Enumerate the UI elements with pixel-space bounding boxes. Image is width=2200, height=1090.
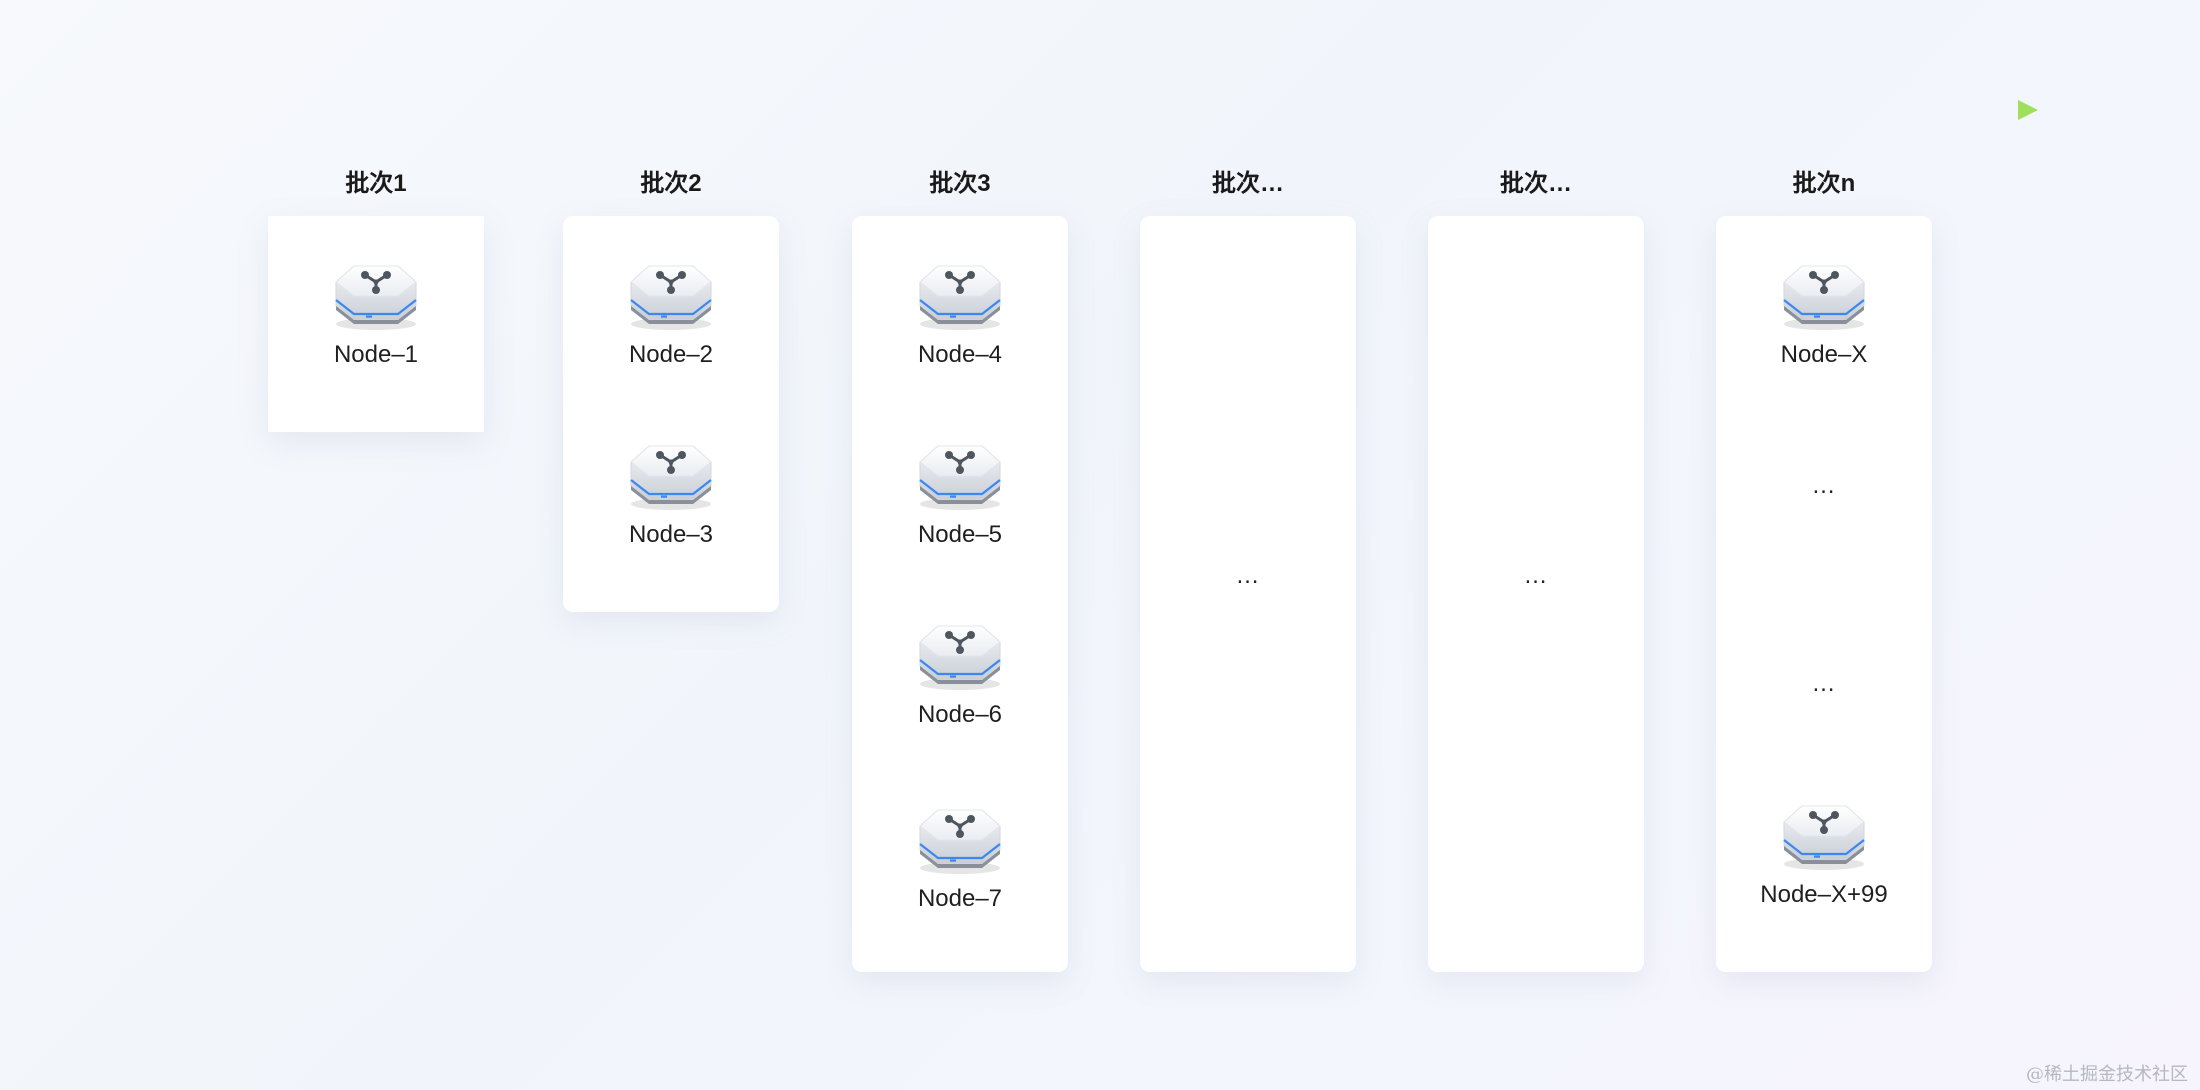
node-label: Node–6 [917, 701, 1003, 728]
watermark: @稀土掘金技术社区 [2026, 1064, 2188, 1085]
server-node-icon [630, 445, 712, 510]
server-node-icon [335, 265, 417, 330]
batch-label-4: 批次… [1212, 170, 1284, 197]
node-label: Node–1 [333, 341, 419, 368]
node-item: Node–4 [852, 260, 1068, 369]
node-label: Node–X+99 [1760, 881, 1888, 908]
server-node-icon [919, 445, 1001, 510]
server-node-icon [919, 625, 1001, 690]
batch-card-n: Node–X … … Node–X+99 [1716, 216, 1932, 972]
batch-card-5: … [1428, 216, 1644, 972]
node-item: Node–5 [852, 440, 1068, 549]
batch-card-2: Node–2 Node–3 [563, 216, 779, 612]
server-node-icon [1783, 805, 1865, 870]
server-node-icon [1783, 265, 1865, 330]
server-node-icon [630, 265, 712, 330]
node-label: Node–3 [628, 521, 714, 548]
node-label: Node–5 [917, 521, 1003, 548]
progression-arrow [180, 100, 2038, 120]
server-node-icon [919, 809, 1001, 874]
node-label: Node–4 [917, 341, 1003, 368]
ellipsis: … [1523, 562, 1549, 589]
batch-label-3: 批次3 [929, 170, 991, 197]
node-item: Node–6 [852, 620, 1068, 729]
node-item: Node–1 [268, 260, 484, 369]
batch-label-5: 批次… [1500, 170, 1572, 197]
node-item: Node–X+99 [1716, 800, 1932, 909]
batch-label-1: 批次1 [345, 170, 407, 197]
node-item: Node–7 [852, 804, 1068, 913]
server-node-icon [919, 265, 1001, 330]
ellipsis: … [1235, 562, 1261, 589]
node-label: Node–7 [917, 885, 1003, 912]
node-label: Node–X [1780, 341, 1868, 368]
ellipsis: … [1811, 472, 1837, 499]
node-item: Node–2 [563, 260, 779, 369]
batch-label-2: 批次2 [640, 170, 702, 197]
node-item: Node–X [1716, 260, 1932, 369]
batch-label-n: 批次n [1792, 170, 1856, 197]
node-item: Node–3 [563, 440, 779, 549]
ellipsis: … [1811, 670, 1837, 697]
batch-card-3: Node–4 Node–5 Node–6 Node–7 [852, 216, 1068, 972]
batch-card-1: Node–1 [268, 216, 484, 432]
node-label: Node–2 [628, 341, 714, 368]
batch-card-4: … [1140, 216, 1356, 972]
